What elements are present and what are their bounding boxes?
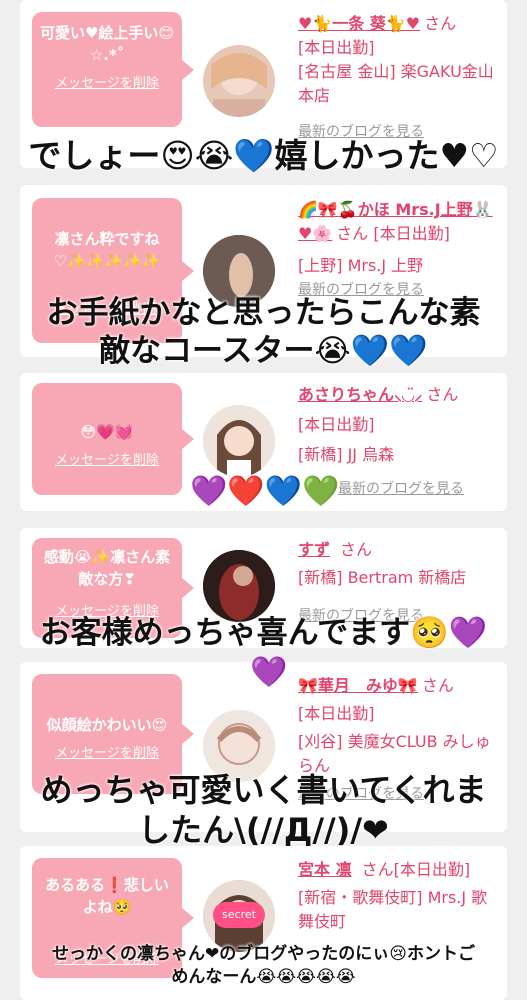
caption-6-line-2: めんなーん😭😭😭😭😭 bbox=[171, 967, 356, 987]
cast-name[interactable]: 宮本 凛 bbox=[298, 860, 352, 879]
delete-message-link[interactable]: メッセージを削除 bbox=[38, 449, 176, 468]
cast-name[interactable]: ♥🐈一条 葵🐈♥ bbox=[298, 14, 420, 33]
shop-link[interactable]: [名古屋 金山] 楽GAKU金山本店 bbox=[298, 60, 498, 108]
status-label: [本日出勤] bbox=[393, 860, 471, 879]
status-label: [本日出勤] bbox=[298, 415, 375, 434]
cast-name[interactable]: すず bbox=[298, 540, 330, 559]
honorific: さん bbox=[426, 385, 459, 404]
message-text: 似顔絵かわいい😍 bbox=[46, 716, 168, 734]
latest-blog-link[interactable]: 最新のブログを見る bbox=[338, 477, 498, 501]
avatar[interactable] bbox=[203, 45, 275, 117]
status-label: [本日出勤] bbox=[373, 224, 450, 243]
message-bubble: 可愛い♥絵上手い😊☆.*˚ メッセージを削除 bbox=[32, 12, 194, 127]
honorific: さん bbox=[361, 860, 394, 879]
status-label: [本日出勤] bbox=[298, 704, 375, 723]
message-text: 可愛い♥絵上手い😊☆.*˚ bbox=[39, 24, 175, 64]
cast-name[interactable]: あさりちゃん⸜◡̈⸝ bbox=[298, 385, 422, 404]
message-text: 凛さん粋ですね♡✨✨✨✨✨ bbox=[53, 230, 161, 270]
message-text: あるある❗悲しいよね🥺 bbox=[45, 876, 169, 916]
cast-info: 🌈🎀🍒かほ Mrs.J上野🐰♥🌸 さん [本日出勤] [上野] Mrs.J 上野 … bbox=[298, 198, 498, 302]
cast-info: 宮本 凛さん[本日出勤] [新宿・歌舞伎町] Mrs.J 歌舞伎町 bbox=[298, 858, 498, 934]
caption-2-line-2: 敵なコースター😭💙💙 bbox=[99, 333, 428, 369]
honorific: さん bbox=[421, 676, 454, 695]
caption-5-line-2: したん\(//Д//)/❤ bbox=[138, 811, 389, 849]
honorific: さん bbox=[336, 224, 369, 243]
message-text: 感動😭✨凛さん素敵な方❣ bbox=[43, 548, 171, 588]
caption-5-line-1: めっちゃ可愛いく書いてくれま bbox=[40, 771, 487, 809]
secret-badge-label: secret bbox=[222, 908, 256, 921]
caption-6-line-1: せっかくの凛ちゃん❤のブログやったのにぃ😢ホントご bbox=[52, 944, 475, 964]
caption-1: でしょー😍😭💙嬉しかった♥♡ bbox=[28, 136, 499, 175]
caption-3-hearts: 💜❤️💙💚 bbox=[190, 474, 340, 509]
cast-name[interactable]: 🎀華月 みゆ🎀 bbox=[298, 676, 418, 695]
caption-4-line-1: お客様めっちゃ喜んでます🥺💜 bbox=[39, 615, 488, 651]
status-label: [本日出勤] bbox=[298, 38, 375, 57]
honorific: さん bbox=[424, 14, 457, 33]
message-text: 😳💗💓 bbox=[80, 423, 134, 441]
avatar[interactable] bbox=[203, 405, 275, 477]
caption-2-line-1: お手紙かなと思ったらこんな素 bbox=[46, 295, 481, 331]
message-bubble: 😳💗💓 メッセージを削除 bbox=[32, 383, 194, 495]
shop-link[interactable]: [上野] Mrs.J 上野 bbox=[298, 254, 498, 278]
shop-link[interactable]: [新橋] JJ 烏森 bbox=[298, 443, 498, 467]
delete-message-link[interactable]: メッセージを削除 bbox=[38, 72, 176, 91]
shop-link[interactable]: [新宿・歌舞伎町] Mrs.J 歌舞伎町 bbox=[298, 886, 498, 934]
honorific: さん bbox=[340, 540, 373, 559]
caption-4-heart: 💜 bbox=[250, 655, 288, 690]
cast-info: ♥🐈一条 葵🐈♥ さん [本日出勤] [名古屋 金山] 楽GAKU金山本店 最新の… bbox=[298, 12, 498, 144]
delete-message-link[interactable]: メッセージを削除 bbox=[38, 742, 176, 761]
shop-link[interactable]: [新橋] Bertram 新橋店 bbox=[298, 566, 498, 590]
avatar[interactable] bbox=[203, 550, 275, 622]
secret-badge: secret bbox=[213, 902, 265, 928]
